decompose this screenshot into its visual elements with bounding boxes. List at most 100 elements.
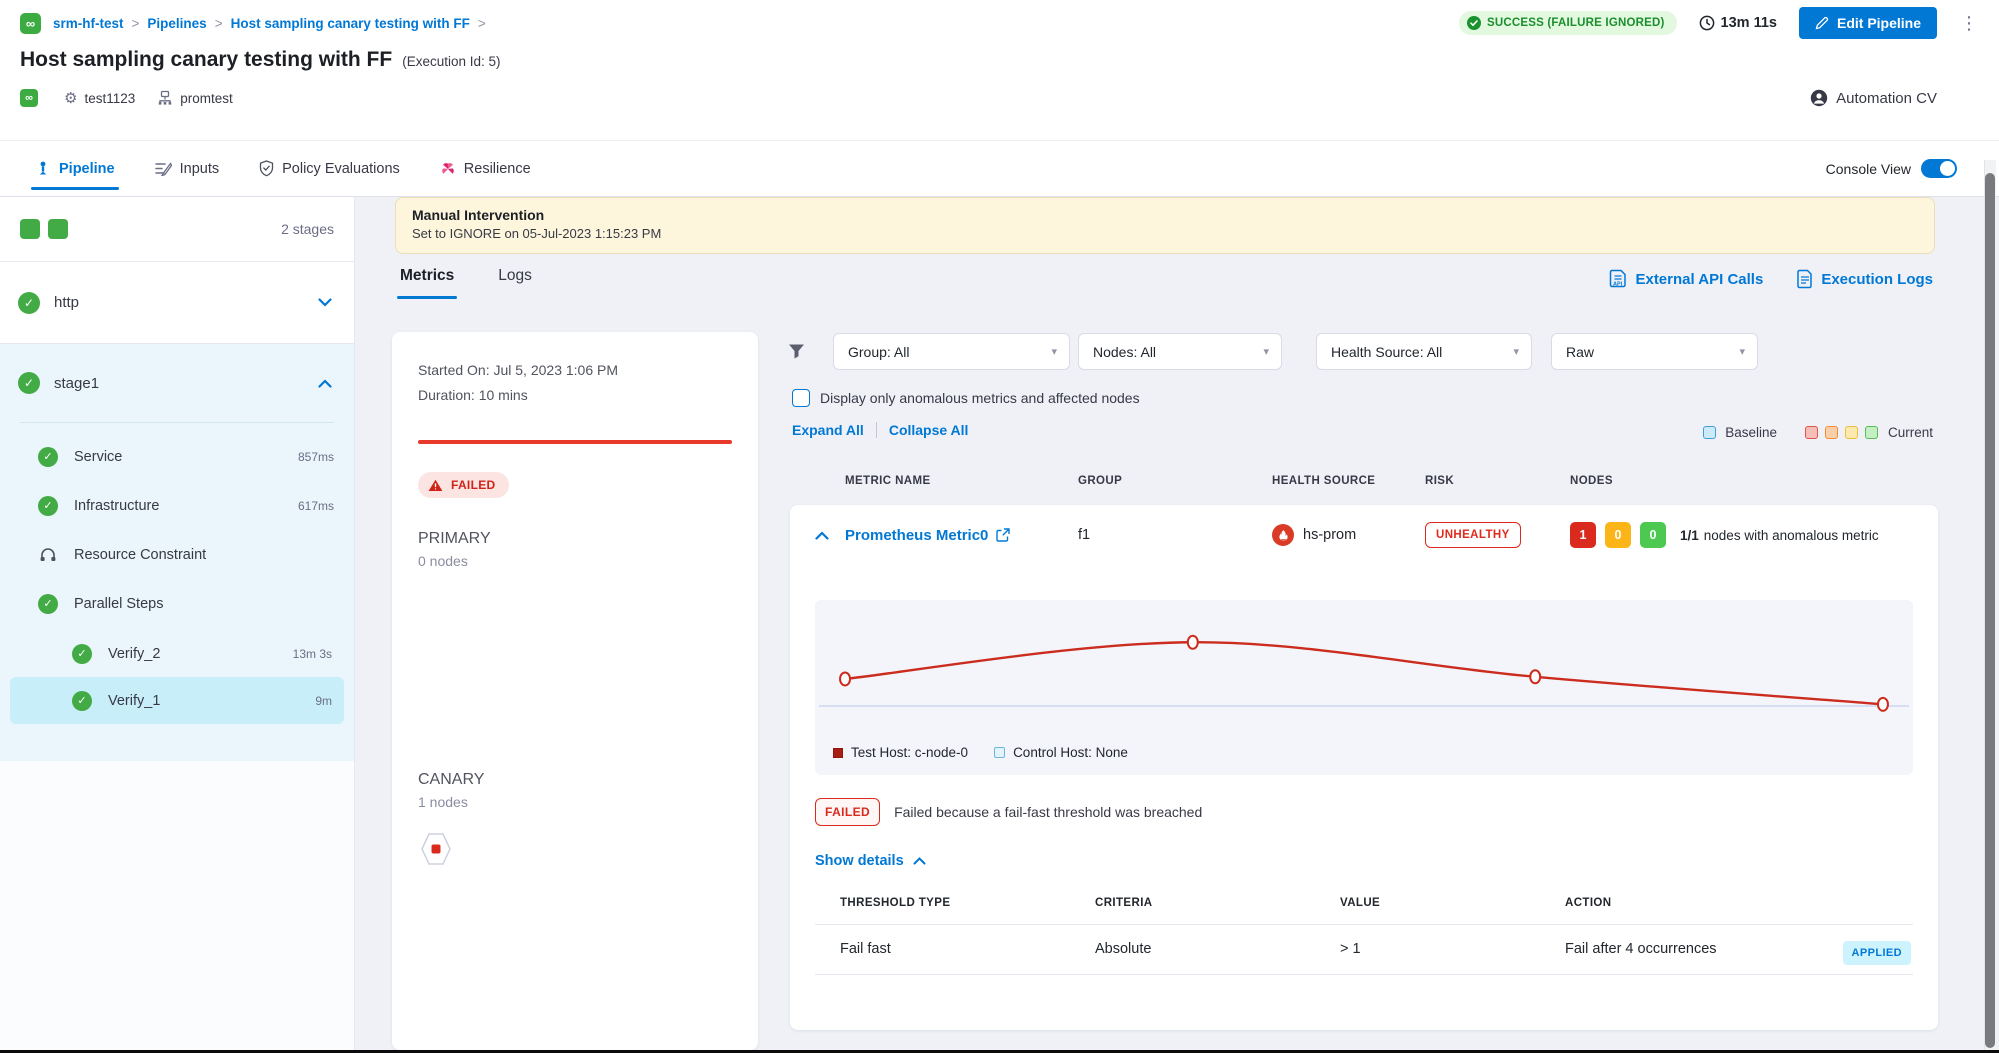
breadcrumb-pipelines[interactable]: Pipelines xyxy=(147,16,206,31)
filter-funnel-icon[interactable] xyxy=(788,343,805,360)
service-name[interactable]: ⚙ test1123 xyxy=(64,89,135,107)
execution-duration: 13m 11s xyxy=(1699,15,1777,31)
resource-constraint-icon xyxy=(38,546,58,564)
failed-badge: FAILED xyxy=(815,798,880,826)
run-duration: Duration: 10 mins xyxy=(418,383,732,408)
check-circle-icon xyxy=(1467,16,1481,30)
col-action: ACTION xyxy=(1565,897,1611,909)
anomalous-only-checkbox[interactable] xyxy=(792,389,810,407)
metrics-table-header: METRIC NAME GROUP HEALTH SOURCE RISK NOD… xyxy=(790,469,1938,499)
top-header: ∞ srm-hf-test > Pipelines > Host samplin… xyxy=(0,0,1999,140)
verify-run-card: Started On: Jul 5, 2023 1:06 PM Duration… xyxy=(392,332,758,1050)
divider xyxy=(876,422,877,438)
sidebar-stage-stage1[interactable]: ✓ stage1 xyxy=(0,344,354,422)
shield-check-icon xyxy=(259,160,274,177)
col-health-source: HEALTH SOURCE xyxy=(1272,475,1375,487)
chevron-down-icon xyxy=(318,298,332,307)
current-orange-legend-icon xyxy=(1825,426,1838,439)
canary-label: CANARY xyxy=(418,771,732,789)
primary-label: PRIMARY xyxy=(418,530,732,548)
tab-policy-evaluations[interactable]: Policy Evaluations xyxy=(259,141,400,196)
detail-tabs: Metrics Logs xyxy=(400,267,532,299)
more-options-menu[interactable]: ⋮ xyxy=(1959,13,1979,34)
test-host-legend: Test Host: c-node-0 xyxy=(851,745,968,760)
success-check-icon: ✓ xyxy=(38,594,58,614)
primary-node-count: 0 nodes xyxy=(418,553,732,569)
stage-square-icon xyxy=(48,219,68,239)
expand-all-link[interactable]: Expand All xyxy=(792,422,864,438)
app-root: ∞ srm-hf-test > Pipelines > Host samplin… xyxy=(0,0,1999,1053)
run-status-chip: FAILED xyxy=(418,472,509,498)
group-filter-dropdown[interactable]: Group: All▾ xyxy=(833,333,1070,370)
metric-chart-panel: Test Host: c-node-0 Control Host: None xyxy=(815,600,1913,775)
manual-intervention-banner: Manual Intervention Set to IGNORE on 05-… xyxy=(395,197,1935,254)
inputs-icon xyxy=(155,161,172,176)
banner-title: Manual Intervention xyxy=(412,207,1918,223)
edit-pencil-icon xyxy=(1815,16,1829,30)
prometheus-icon xyxy=(1272,524,1294,546)
execution-logs-link[interactable]: Execution Logs xyxy=(1797,269,1933,289)
collapse-all-link[interactable]: Collapse All xyxy=(889,422,969,438)
infrastructure-icon xyxy=(157,90,173,106)
metric-row: Prometheus Metric0 f1 hs-prom UNHEALTHY … xyxy=(790,505,1938,565)
healthy-node-count-badge: 0 xyxy=(1640,522,1666,548)
sidebar-stage-http[interactable]: ✓ http xyxy=(0,262,354,344)
document-icon xyxy=(1797,269,1813,289)
sidebar-stage-stage1-group: ✓ stage1 ✓ Service 857ms ✓ Infrastructur… xyxy=(0,344,354,761)
console-view-toggle[interactable] xyxy=(1921,159,1957,178)
nodes-filter-dropdown[interactable]: Nodes: All▾ xyxy=(1078,333,1282,370)
breadcrumb-separator: > xyxy=(215,16,223,31)
success-check-icon: ✓ xyxy=(18,372,40,394)
sidebar-step-infrastructure[interactable]: ✓ Infrastructure 617ms xyxy=(0,481,354,530)
anomalous-only-label: Display only anomalous metrics and affec… xyxy=(820,390,1140,406)
clock-icon xyxy=(1699,15,1715,31)
started-on: Started On: Jul 5, 2023 1:06 PM xyxy=(418,358,732,383)
service-ref: ∞ xyxy=(20,89,42,107)
sidebar-step-parallel-steps[interactable]: ✓ Parallel Steps xyxy=(0,579,354,628)
canary-node-count: 1 nodes xyxy=(418,794,732,810)
chevron-down-icon: ▾ xyxy=(1263,345,1269,358)
threshold-action: Fail after 4 occurrences xyxy=(1565,941,1717,957)
display-mode-dropdown[interactable]: Raw▾ xyxy=(1551,333,1758,370)
breadcrumb-pipeline[interactable]: Host sampling canary testing with FF xyxy=(231,16,470,31)
edit-pipeline-button[interactable]: Edit Pipeline xyxy=(1799,7,1937,39)
tab-metrics[interactable]: Metrics xyxy=(400,267,454,299)
success-check-icon: ✓ xyxy=(38,447,58,467)
sidebar-step-verify-2[interactable]: ✓ Verify_2 13m 3s xyxy=(10,630,344,677)
breadcrumb-project[interactable]: srm-hf-test xyxy=(53,16,124,31)
environment-name[interactable]: promtest xyxy=(157,90,233,106)
metric-health-source: hs-prom xyxy=(1272,524,1356,546)
applied-badge: APPLIED xyxy=(1843,941,1911,965)
scrollbar-thumb[interactable] xyxy=(1985,173,1995,1048)
chevron-down-icon: ▾ xyxy=(1739,345,1745,358)
test-host-legend-icon xyxy=(833,748,843,758)
metric-group: f1 xyxy=(1078,527,1090,543)
success-check-icon: ✓ xyxy=(38,496,58,516)
gear-icon: ⚙ xyxy=(64,89,77,107)
tab-logs[interactable]: Logs xyxy=(498,267,532,299)
chevron-down-icon: ▾ xyxy=(1051,345,1057,358)
breadcrumb-separator: > xyxy=(478,16,486,31)
control-host-legend: Control Host: None xyxy=(1013,745,1128,760)
sidebar-step-verify-1[interactable]: ✓ Verify_1 9m xyxy=(10,677,344,724)
metrics-filters: Group: All▾ Nodes: All▾ Health Source: A… xyxy=(788,333,1758,370)
banner-subtitle: Set to IGNORE on 05-Jul-2023 1:15:23 PM xyxy=(412,226,1918,241)
unhealthy-node-count-badge: 1 xyxy=(1570,522,1596,548)
tab-resilience[interactable]: Resilience xyxy=(440,141,531,196)
col-nodes: NODES xyxy=(1570,475,1613,487)
col-group: GROUP xyxy=(1078,475,1122,487)
sidebar-step-service[interactable]: ✓ Service 857ms xyxy=(0,432,354,481)
health-source-filter-dropdown[interactable]: Health Source: All▾ xyxy=(1316,333,1532,370)
show-details-link[interactable]: Show details xyxy=(815,853,926,869)
stage-count: 2 stages xyxy=(281,221,334,237)
tab-pipeline[interactable]: Pipeline xyxy=(35,141,115,196)
canary-node-hexagon[interactable] xyxy=(418,832,732,866)
threshold-value: > 1 xyxy=(1340,941,1361,957)
metric-row-card: Prometheus Metric0 f1 hs-prom UNHEALTHY … xyxy=(790,505,1938,1030)
external-api-calls-link[interactable]: API External API Calls xyxy=(1609,269,1763,289)
collapse-row-chevron-icon[interactable] xyxy=(815,531,829,540)
tab-inputs[interactable]: Inputs xyxy=(155,141,220,196)
metric-name-link[interactable]: Prometheus Metric0 xyxy=(845,527,1010,544)
sidebar-step-resource-constraint[interactable]: Resource Constraint xyxy=(0,530,354,579)
stages-header: 2 stages xyxy=(0,197,354,262)
